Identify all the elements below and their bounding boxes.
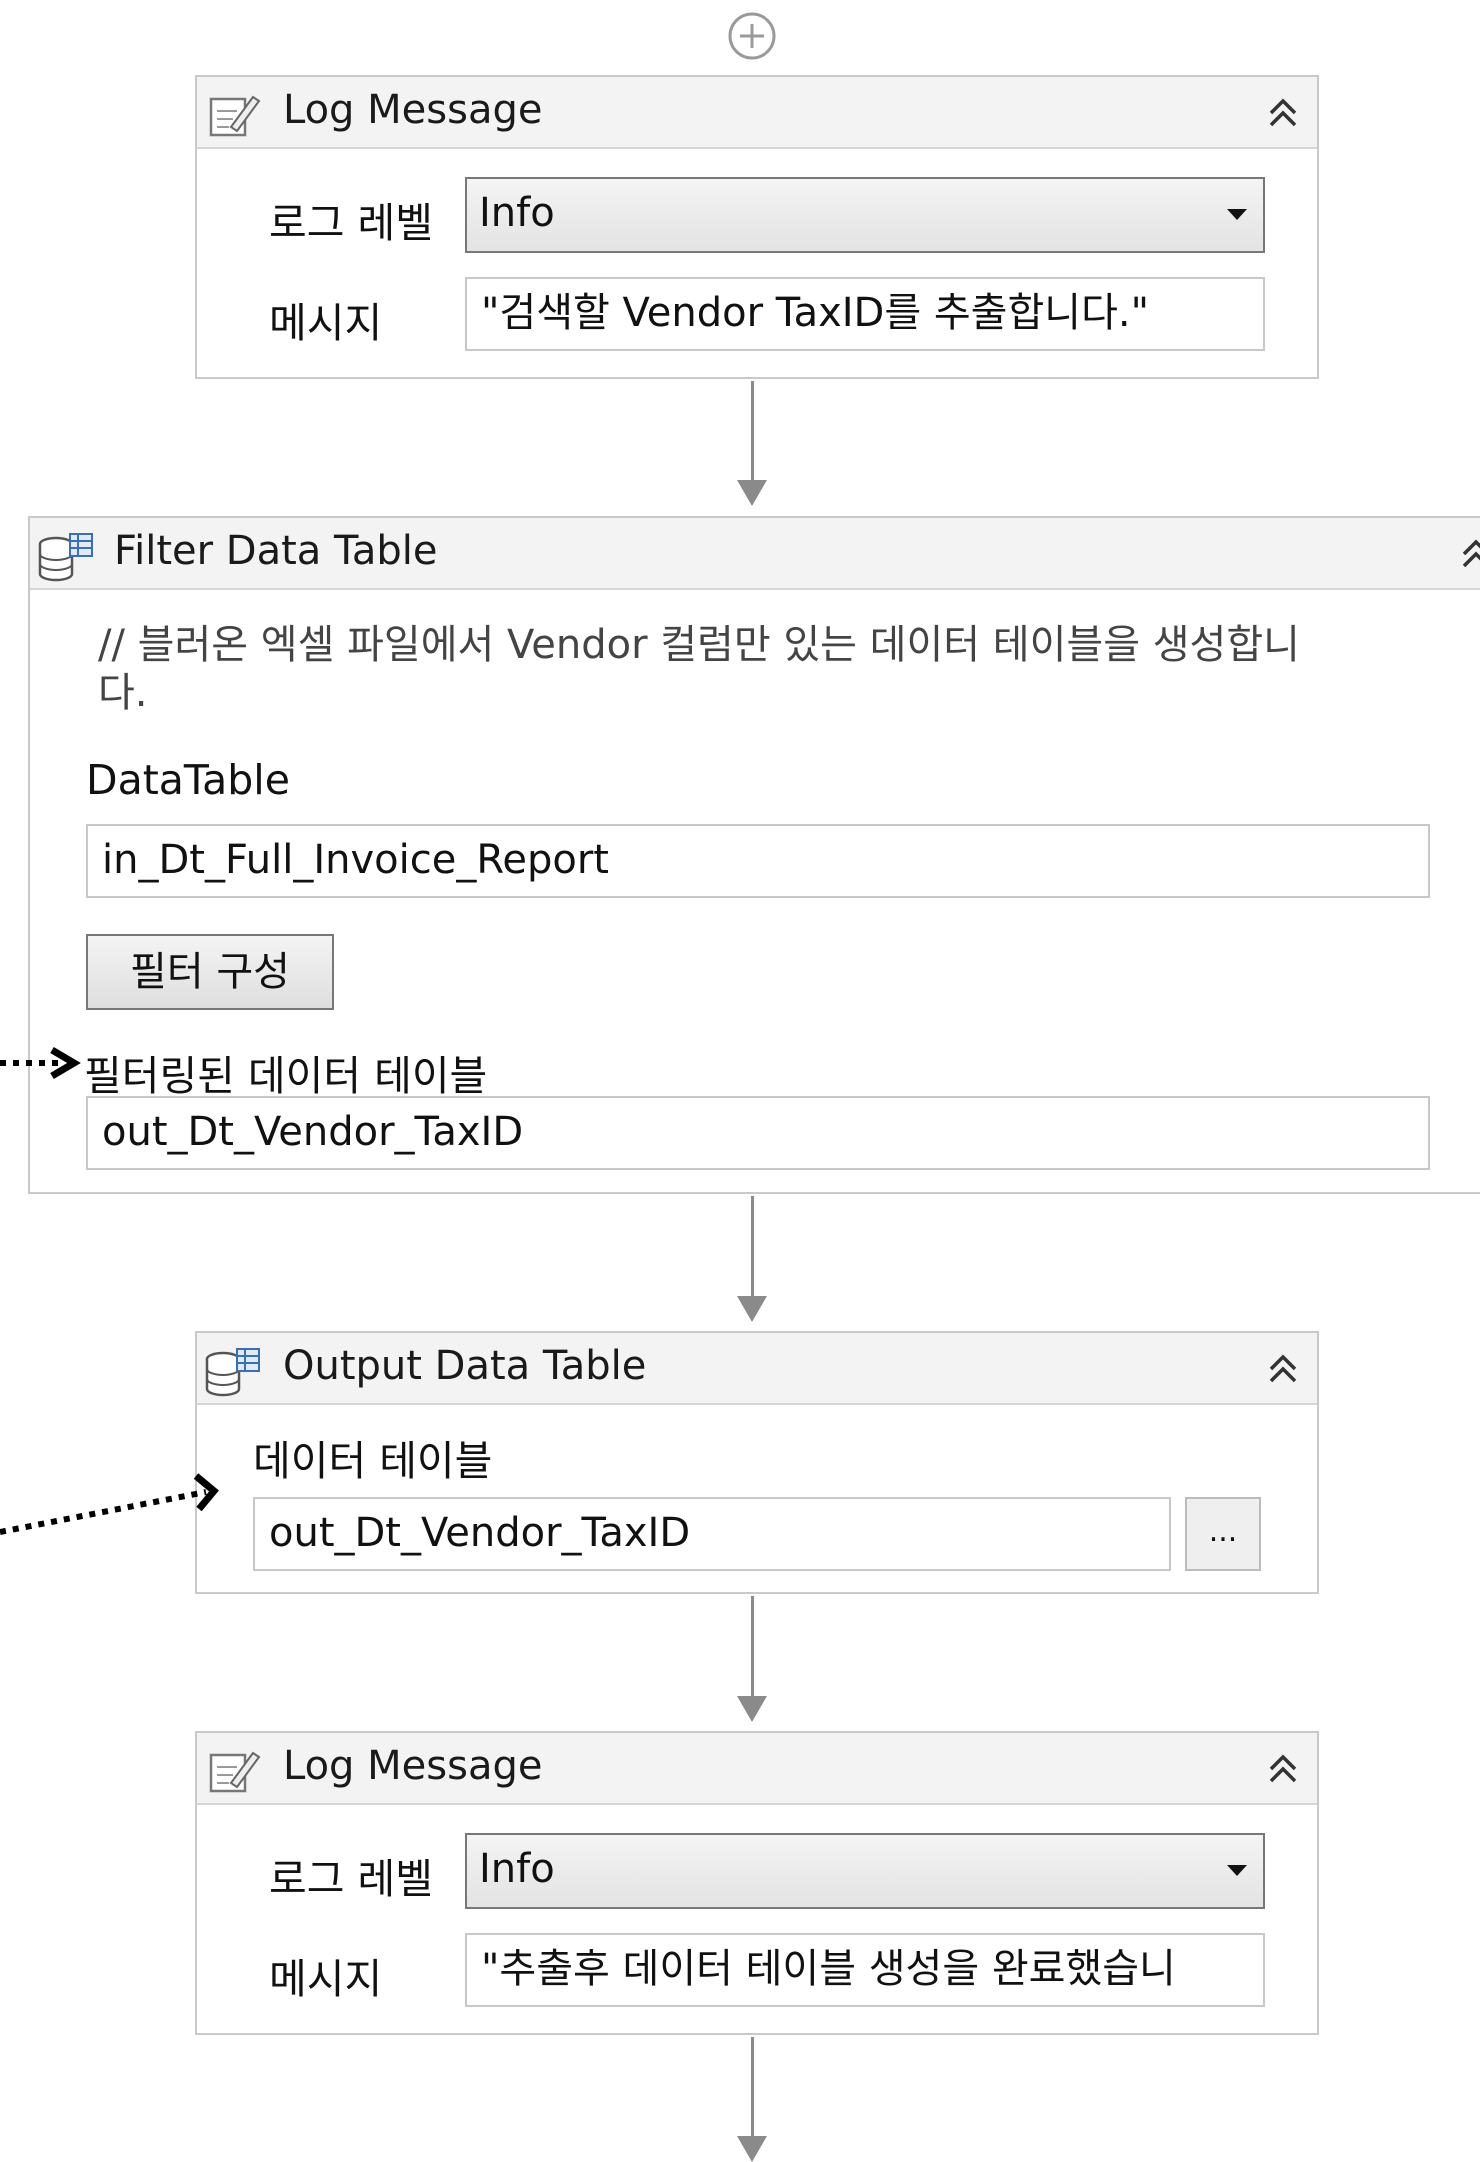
annotation-arrow-to-output-datatable bbox=[0, 1489, 207, 1535]
annotation-arrows bbox=[0, 1046, 219, 1535]
